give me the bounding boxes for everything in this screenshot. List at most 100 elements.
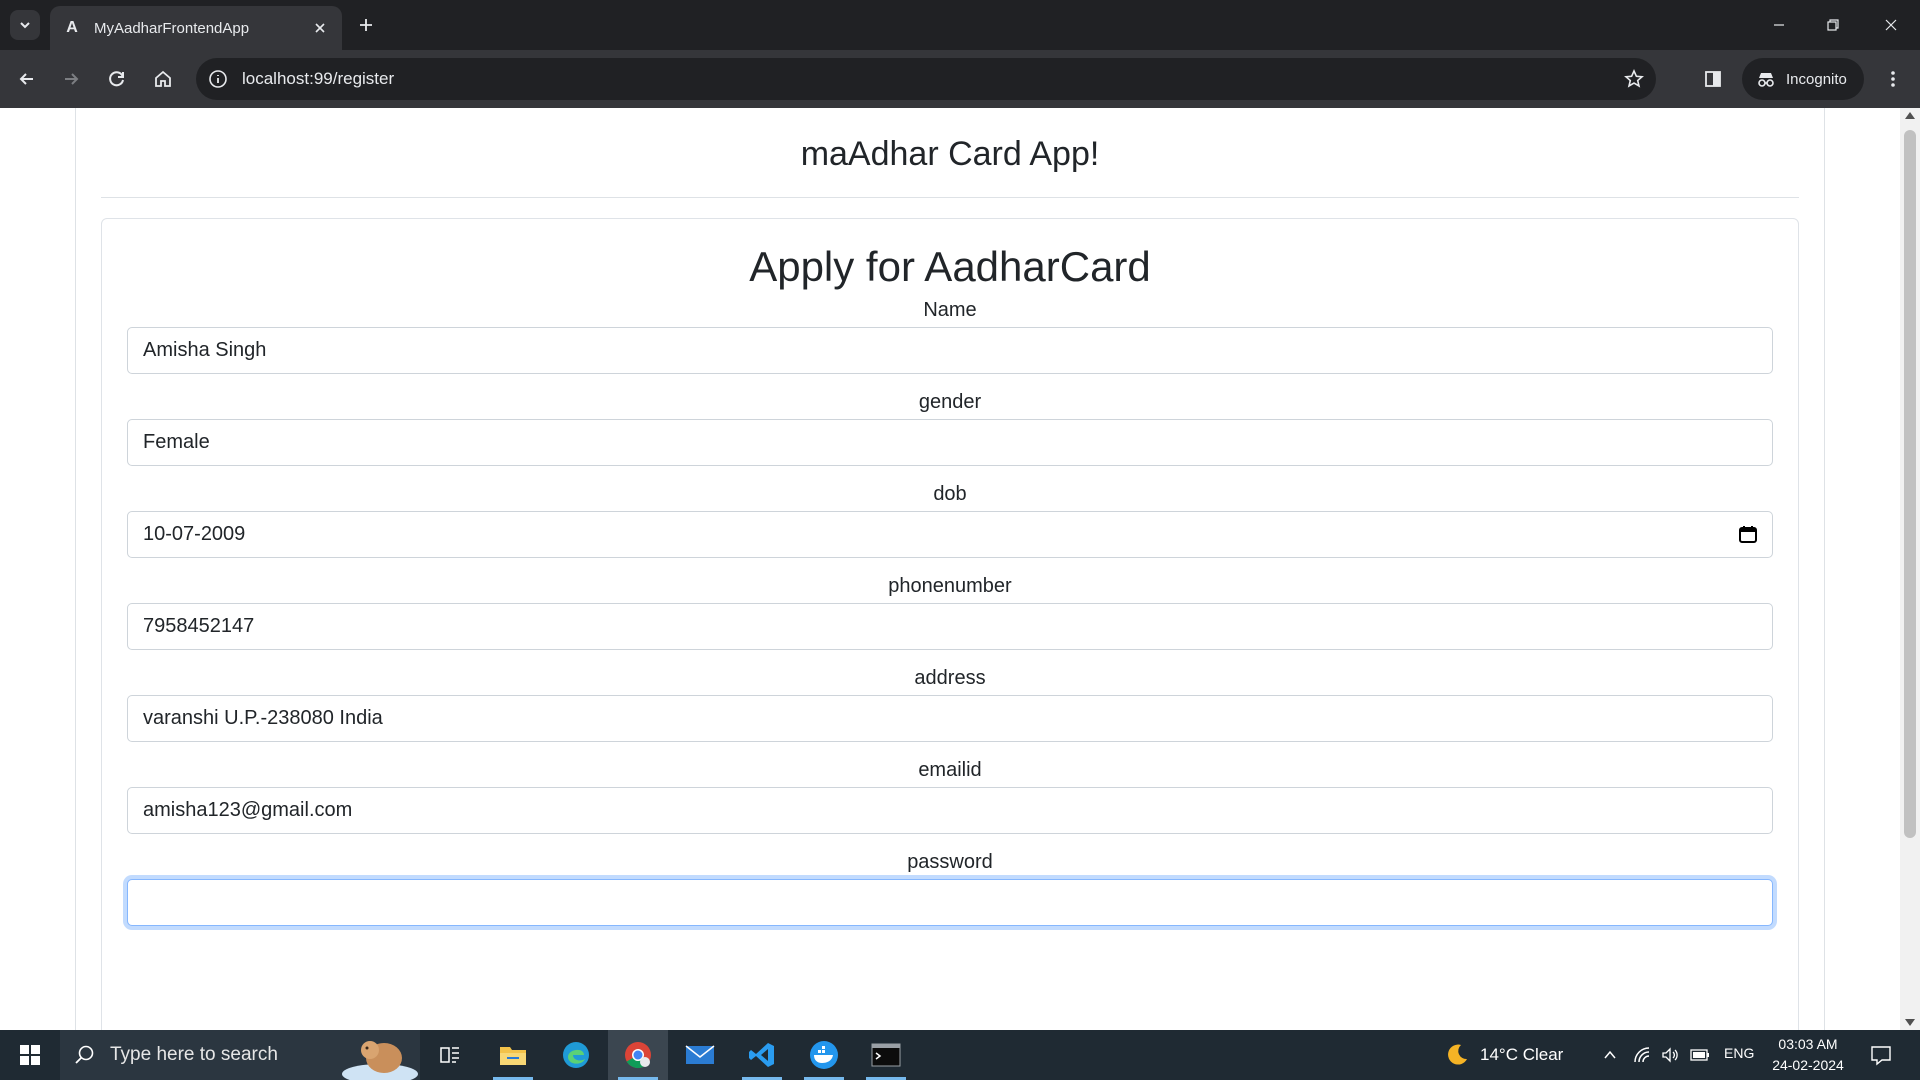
reload-button[interactable] (104, 66, 130, 92)
password-label: password (907, 851, 993, 873)
chrome-icon (625, 1042, 651, 1069)
incognito-badge[interactable]: Incognito (1742, 58, 1864, 100)
phonenumber-input[interactable]: 7958452147 (127, 603, 1773, 650)
close-icon (1885, 19, 1897, 31)
close-icon (315, 23, 325, 33)
register-form-card: Apply for AadharCard Name Amisha Singh g… (101, 218, 1799, 1030)
chevron-up-icon (1604, 1050, 1616, 1059)
gender-label: gender (918, 391, 982, 413)
folder-icon (500, 1047, 526, 1065)
name-input[interactable]: Amisha Singh (127, 327, 1773, 374)
site-info-button[interactable] (206, 67, 230, 91)
arrow-right-icon (65, 73, 79, 85)
docker-icon (810, 1041, 838, 1069)
plus-icon (360, 19, 372, 31)
terminal-icon (871, 1043, 901, 1067)
battery-icon (1690, 1049, 1709, 1061)
scroll-thumb[interactable] (1904, 130, 1916, 838)
weather-text: 14°C Clear (1480, 1045, 1564, 1064)
emailid-value: amisha123@gmail.com (143, 799, 353, 821)
address-value: varanshi U.P.-238080 India (143, 707, 383, 729)
taskbar-search-box[interactable]: Type here to search (60, 1030, 420, 1080)
forward-button[interactable] (58, 66, 84, 92)
clock-date: 24-02-2024 (1772, 1057, 1844, 1073)
calendar-icon[interactable] (1738, 524, 1758, 544)
search-icon (75, 1045, 94, 1064)
task-view-icon (440, 1047, 459, 1063)
url-text[interactable]: localhost:99/register (242, 69, 394, 89)
info-icon (209, 70, 227, 88)
clock-time: 03:03 AM (1778, 1036, 1838, 1052)
network-status[interactable] (1632, 1045, 1652, 1065)
taskbar-terminal[interactable] (856, 1030, 916, 1080)
show-hidden-icons-button[interactable] (1600, 1045, 1620, 1065)
form-title: Apply for AadharCard (749, 243, 1151, 290)
side-panel-icon (1705, 71, 1721, 87)
windows-logo-icon (20, 1045, 40, 1065)
taskbar-file-explorer[interactable] (483, 1030, 543, 1080)
incognito-label: Incognito (1786, 70, 1847, 88)
new-tab-button[interactable] (354, 13, 378, 37)
app-title: maAdhar Card App! (800, 135, 1100, 173)
notification-icon (1871, 1046, 1891, 1066)
emailid-label: emailid (918, 759, 982, 781)
gender-value: Female (143, 431, 210, 453)
dob-input[interactable]: 10-07-2009 (127, 511, 1773, 558)
tab-title: MyAadharFrontendApp (94, 19, 250, 37)
search-placeholder: Type here to search (110, 1044, 278, 1065)
minimize-icon (1774, 24, 1784, 26)
dob-label: dob (933, 483, 967, 505)
taskbar-chrome[interactable] (608, 1030, 668, 1080)
browser-menu-button[interactable] (1880, 66, 1906, 92)
side-panel-button[interactable] (1700, 66, 1726, 92)
vscode-icon (749, 1043, 774, 1067)
start-button[interactable] (0, 1030, 60, 1080)
home-button[interactable] (150, 66, 176, 92)
taskbar-edge[interactable] (546, 1030, 606, 1080)
address-input[interactable]: varanshi U.P.-238080 India (127, 695, 1773, 742)
notifications-button[interactable] (1868, 1042, 1894, 1068)
weather-widget[interactable]: 14°C Clear (1444, 1030, 1563, 1080)
page-viewport: maAdhar Card App! Apply for AadharCard N… (0, 108, 1920, 1030)
app-header: maAdhar Card App! (101, 108, 1799, 198)
phonenumber-label: phonenumber (888, 575, 1012, 597)
volume-control[interactable] (1660, 1045, 1680, 1065)
restore-button[interactable] (1820, 12, 1846, 38)
tab-favicon-icon: A (66, 19, 78, 36)
search-highlight-art-icon (342, 1041, 418, 1080)
emailid-input[interactable]: amisha123@gmail.com (127, 787, 1773, 834)
password-input[interactable] (127, 879, 1773, 926)
reload-icon (109, 71, 124, 87)
back-button[interactable] (14, 66, 40, 92)
kebab-menu-icon (1891, 71, 1895, 87)
tab-search-button[interactable] (10, 10, 40, 40)
speaker-icon (1662, 1047, 1678, 1063)
phonenumber-value: 7958452147 (143, 615, 255, 637)
name-value: Amisha Singh (143, 339, 267, 361)
taskbar-docker[interactable] (794, 1030, 854, 1080)
page-container: maAdhar Card App! Apply for AadharCard N… (75, 108, 1825, 1030)
taskbar-clock[interactable]: 03:03 AM 24-02-2024 (1768, 1034, 1848, 1076)
page-scrollbar[interactable] (1900, 108, 1920, 1030)
address-label: address (914, 667, 986, 689)
close-tab-button[interactable] (310, 18, 330, 38)
wifi-icon (1634, 1047, 1650, 1063)
scroll-up-arrow-icon[interactable] (1905, 112, 1915, 119)
address-bar[interactable]: localhost:99/register (196, 58, 1656, 100)
bookmark-button[interactable] (1622, 67, 1646, 91)
taskbar-mail[interactable] (670, 1030, 730, 1080)
scroll-down-arrow-icon[interactable] (1905, 1019, 1915, 1026)
incognito-icon (1758, 73, 1774, 87)
browser-toolbar: localhost:99/register Incognito (0, 50, 1920, 108)
close-window-button[interactable] (1878, 12, 1904, 38)
home-icon (155, 70, 171, 87)
gender-input[interactable]: Female (127, 419, 1773, 466)
task-view-button[interactable] (420, 1030, 480, 1080)
restore-icon (1827, 19, 1839, 31)
battery-status[interactable] (1690, 1045, 1710, 1065)
input-language[interactable]: ENG (1724, 1045, 1754, 1061)
minimize-button[interactable] (1766, 12, 1792, 38)
dob-value: 10-07-2009 (143, 523, 246, 545)
taskbar-vscode[interactable] (732, 1030, 792, 1080)
browser-tab[interactable]: A MyAadharFrontendApp (50, 6, 342, 50)
